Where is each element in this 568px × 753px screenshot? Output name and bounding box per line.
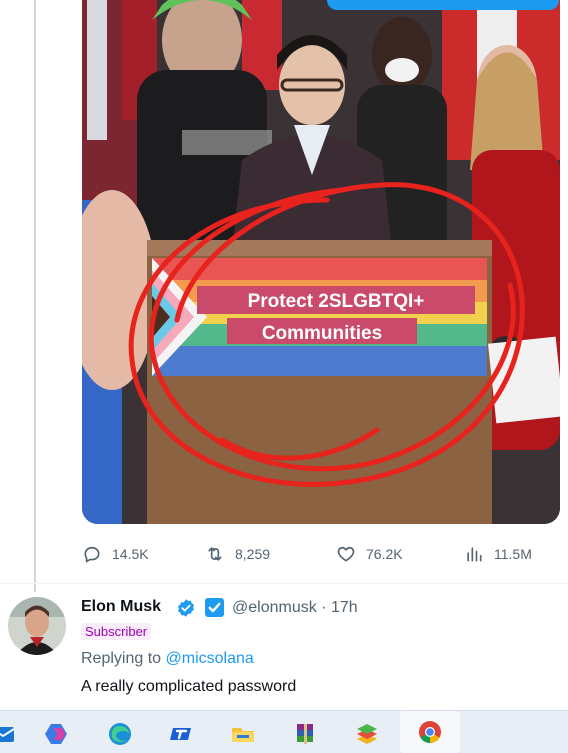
avatar[interactable] bbox=[8, 597, 66, 655]
tweet-photo[interactable]: Protect 2SLGBTQI+ Communities bbox=[82, 0, 560, 524]
subscriber-badge: Subscriber bbox=[81, 623, 152, 640]
views-button[interactable]: 11.5M bbox=[464, 540, 532, 568]
retweet-count: 8,259 bbox=[235, 546, 271, 562]
reply-text: A really complicated password bbox=[81, 678, 297, 695]
reply-tweet[interactable]: Elon Musk @elonmusk · 17h Subscriber Rep… bbox=[0, 584, 568, 710]
author-handle[interactable]: @elonmusk bbox=[232, 599, 317, 616]
reply-icon bbox=[84, 546, 100, 563]
like-button[interactable]: 76.2K bbox=[336, 540, 403, 568]
bluestacks-icon[interactable] bbox=[350, 717, 384, 751]
verified-badge-icon[interactable] bbox=[176, 598, 196, 618]
file-explorer-icon[interactable] bbox=[226, 717, 260, 751]
chrome-icon[interactable] bbox=[400, 711, 460, 753]
author-name[interactable]: Elon Musk bbox=[81, 598, 161, 616]
separator-dot: · bbox=[321, 599, 327, 616]
winrar-icon[interactable] bbox=[288, 717, 322, 751]
replying-to: Replying to @micsolana bbox=[81, 650, 254, 668]
taskbar bbox=[0, 710, 568, 753]
tmobile-icon[interactable] bbox=[164, 717, 198, 751]
reply-count: 14.5K bbox=[112, 546, 149, 562]
retweet-icon bbox=[208, 547, 222, 561]
mail-icon[interactable] bbox=[0, 717, 20, 751]
copilot-icon[interactable] bbox=[40, 717, 74, 751]
press-conference-photo: Protect 2SLGBTQI+ Communities bbox=[82, 0, 560, 524]
podium-sign-line1: Protect 2SLGBTQI+ bbox=[248, 291, 425, 312]
thread-connector-line bbox=[34, 0, 36, 592]
view-count: 11.5M bbox=[494, 546, 532, 562]
twitter-affiliate-icon[interactable] bbox=[205, 598, 224, 617]
retweet-button[interactable]: 8,259 bbox=[205, 540, 270, 568]
post-time[interactable]: 17h bbox=[331, 599, 358, 616]
avatar-image bbox=[8, 597, 66, 655]
media-overlay-pill bbox=[327, 0, 559, 10]
replying-to-mention[interactable]: @micsolana bbox=[166, 650, 254, 667]
handle-and-time: @elonmusk · 17h bbox=[232, 599, 358, 617]
views-chart-icon bbox=[467, 547, 482, 562]
tweet-action-bar: 14.5K 8,259 76.2K 11.5M bbox=[82, 540, 552, 568]
reply-button[interactable]: 14.5K bbox=[82, 540, 149, 568]
like-count: 76.2K bbox=[366, 546, 403, 562]
heart-icon bbox=[337, 546, 355, 562]
podium-sign-line2: Communities bbox=[262, 323, 382, 344]
replying-prefix: Replying to bbox=[81, 650, 162, 667]
edge-icon[interactable] bbox=[103, 717, 137, 751]
